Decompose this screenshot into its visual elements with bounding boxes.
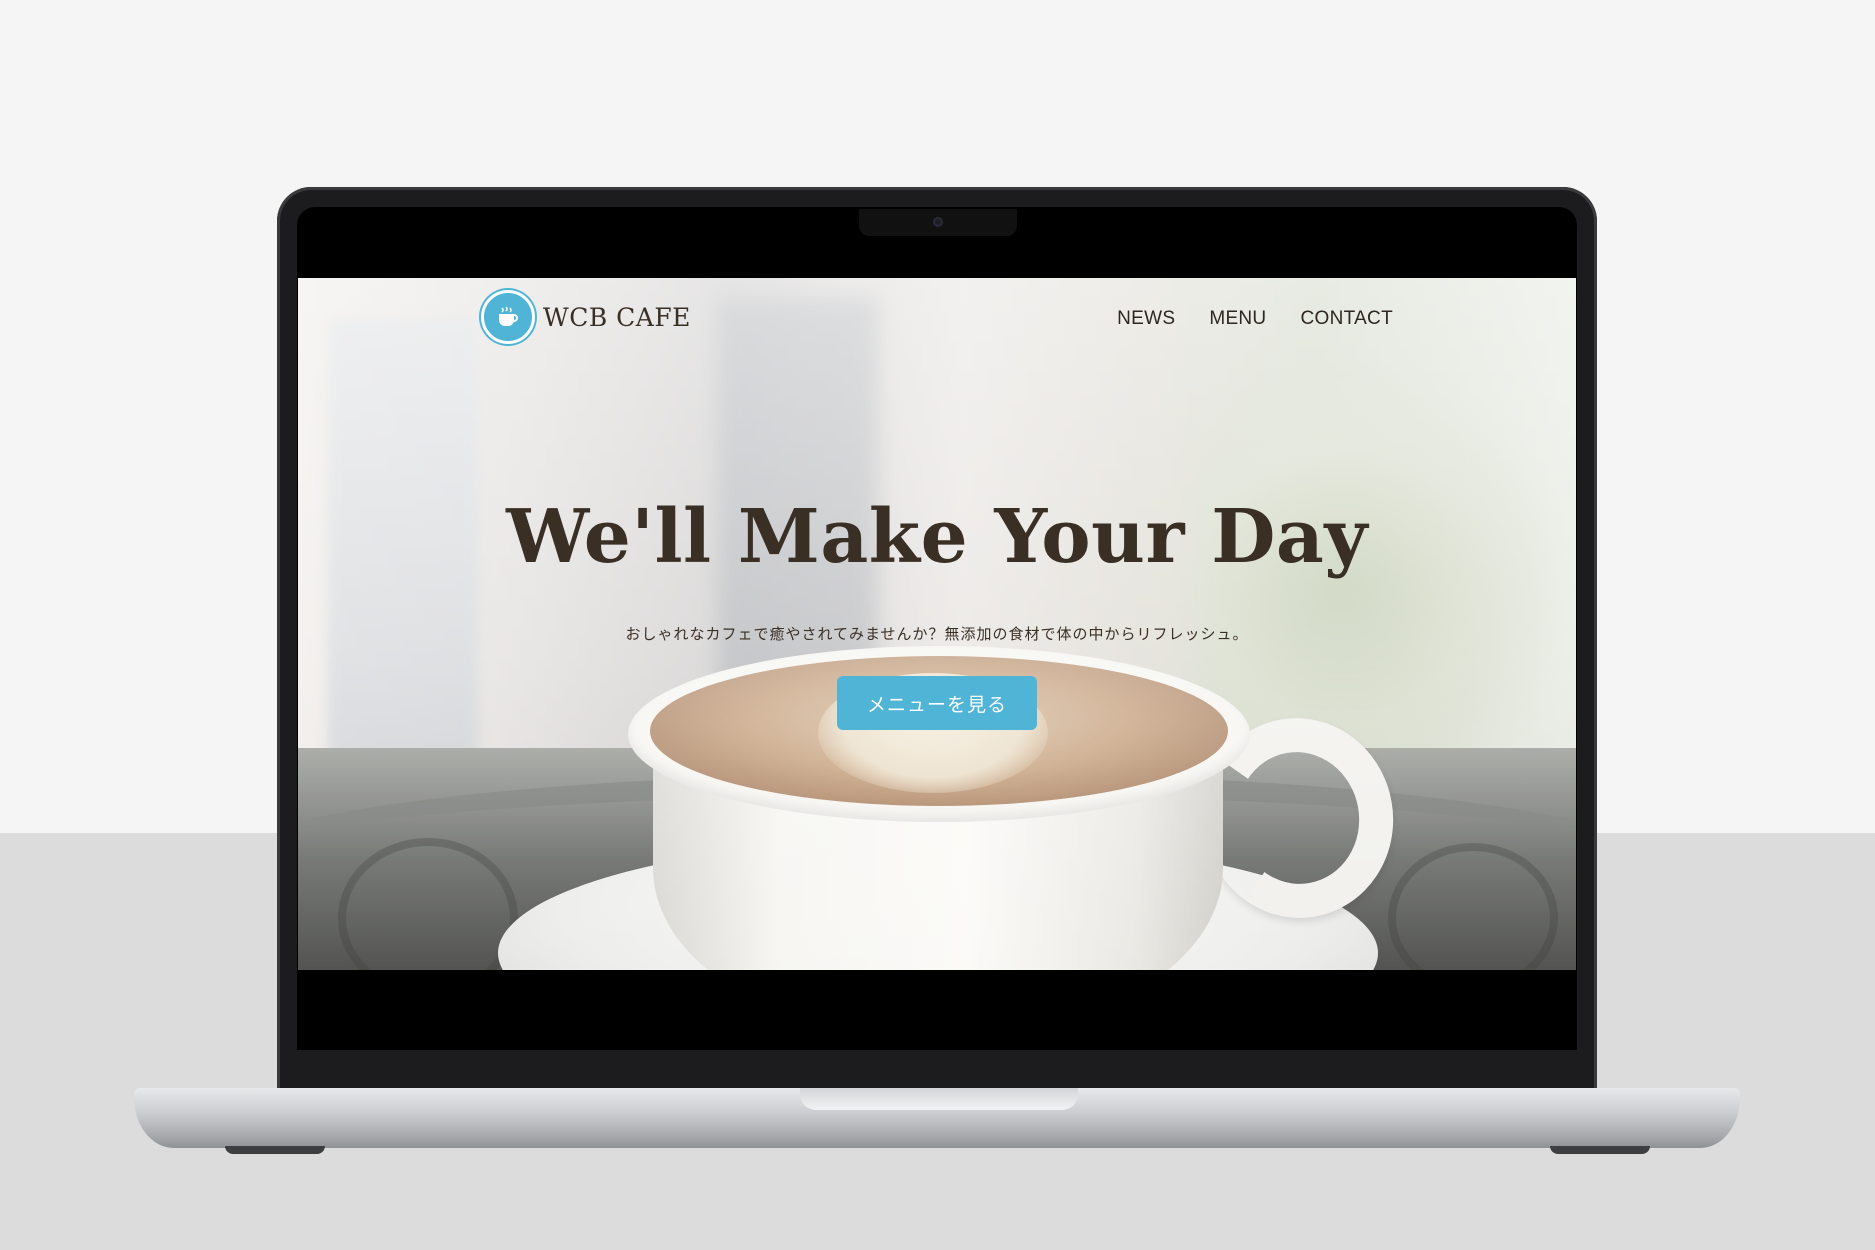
trackpad-notch: [800, 1088, 1078, 1110]
nav-contact[interactable]: CONTACT: [1300, 308, 1393, 330]
main-nav: NEWS MENU CONTACT: [1117, 308, 1393, 330]
camera-notch: [859, 209, 1017, 236]
webcam-icon: [933, 217, 943, 227]
nav-menu[interactable]: MENU: [1209, 308, 1266, 330]
view-menu-button[interactable]: メニューを見る: [837, 676, 1037, 730]
hero-subtitle: おしゃれなカフェで癒やされてみませんか？無添加の食材で体の中からリフレッシュ。: [625, 625, 1249, 643]
cafe-badge-icon: [481, 290, 535, 344]
laptop-foot-right: [1550, 1146, 1650, 1154]
nav-news[interactable]: NEWS: [1117, 308, 1175, 330]
logo-text: WCB CAFE: [543, 302, 691, 332]
site-logo[interactable]: WCB CAFE: [481, 290, 691, 344]
hero-title: We'll Make Your Day: [506, 494, 1368, 580]
browser-viewport: WCB CAFE NEWS MENU CONTACT We'll Make Yo…: [298, 278, 1576, 970]
laptop-foot-left: [225, 1146, 325, 1154]
site-header: WCB CAFE NEWS MENU CONTACT: [298, 278, 1576, 368]
